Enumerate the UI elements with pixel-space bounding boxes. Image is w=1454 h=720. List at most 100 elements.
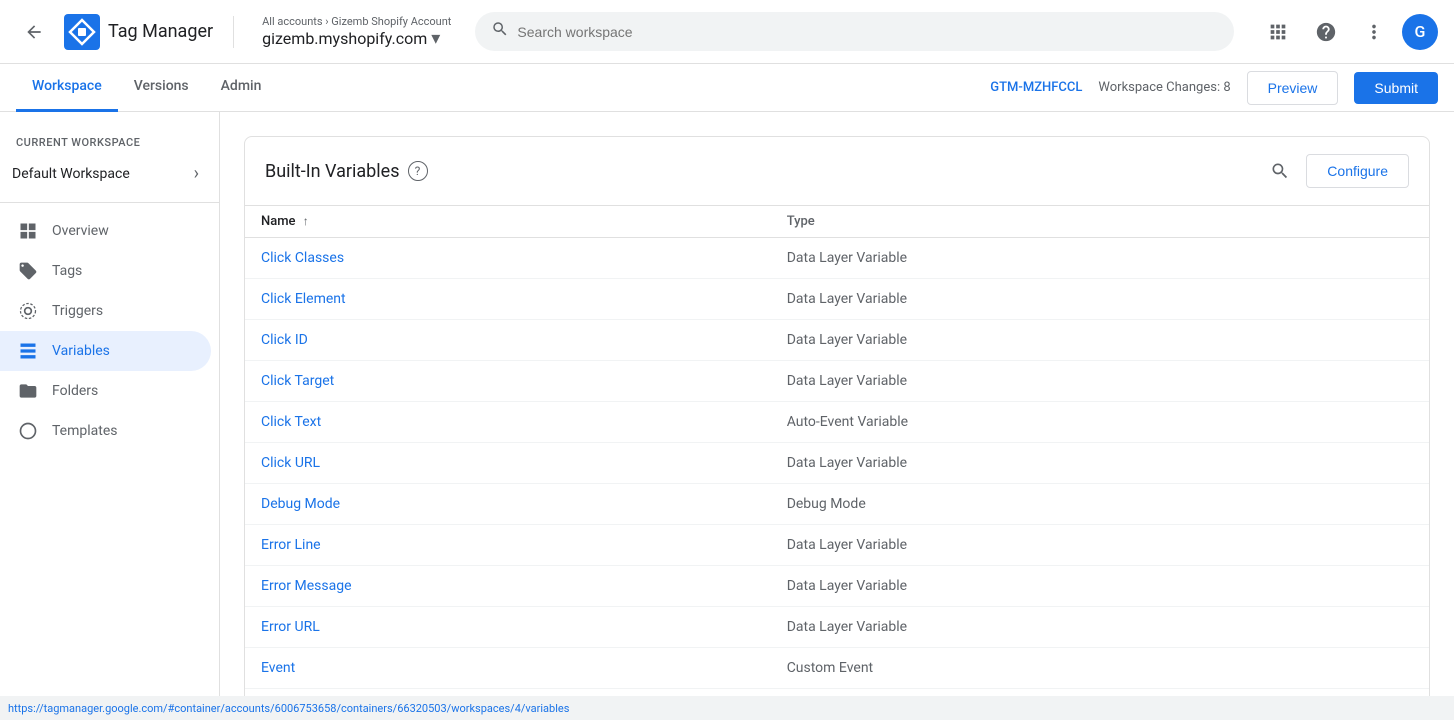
var-type-cell: Data Layer Variable (771, 361, 1429, 402)
var-name-link[interactable]: Click Text (261, 414, 321, 430)
tags-icon (16, 261, 40, 281)
table-search-button[interactable] (1262, 153, 1298, 189)
var-name-link[interactable]: Error URL (261, 619, 320, 635)
variables-table: Name ↑ Type Click Classes Data Layer Var… (245, 206, 1429, 720)
var-name-cell: Click Target (245, 361, 771, 402)
overview-icon (16, 221, 40, 241)
table-row: Click Target Data Layer Variable (245, 361, 1429, 402)
section-title: Built-In Variables (265, 161, 400, 182)
workspace-name: Default Workspace (12, 166, 194, 182)
account-info: All accounts › Gizemb Shopify Account gi… (262, 15, 451, 49)
topbar-right: G (1258, 12, 1438, 52)
var-name-link[interactable]: Click Classes (261, 250, 344, 266)
section-header: Built-In Variables ? (265, 161, 1262, 182)
submit-button[interactable]: Submit (1354, 72, 1438, 104)
table-row: Error Message Data Layer Variable (245, 566, 1429, 607)
var-type-cell: Data Layer Variable (771, 238, 1429, 279)
user-avatar[interactable]: G (1402, 14, 1438, 50)
sidebar-item-label-variables: Variables (52, 343, 110, 359)
help-icon[interactable]: ? (408, 161, 428, 181)
var-name-cell: Click Text (245, 402, 771, 443)
app-logo (64, 14, 100, 50)
sidebar-item-tags[interactable]: Tags (0, 251, 211, 291)
var-name-cell: Event (245, 648, 771, 689)
var-name-link[interactable]: Click Element (261, 291, 346, 307)
var-type-cell: Data Layer Variable (771, 607, 1429, 648)
back-button[interactable] (16, 14, 52, 50)
var-name-cell: Click URL (245, 443, 771, 484)
table-row: Click Element Data Layer Variable (245, 279, 1429, 320)
help-button[interactable] (1306, 12, 1346, 52)
apps-button[interactable] (1258, 12, 1298, 52)
nav-right: GTM-MZHFCCL Workspace Changes: 8 Preview… (990, 71, 1438, 105)
var-name-link[interactable]: Event (261, 660, 295, 676)
configure-button[interactable]: Configure (1306, 154, 1409, 188)
search-bar[interactable] (475, 12, 1234, 51)
search-icon (491, 20, 509, 43)
folders-icon (16, 381, 40, 401)
var-name-cell: Error URL (245, 607, 771, 648)
sidebar: CURRENT WORKSPACE Default Workspace › Ov… (0, 112, 220, 720)
var-name-link[interactable]: Click URL (261, 455, 320, 471)
templates-icon (16, 421, 40, 441)
account-selector[interactable]: gizemb.myshopify.com ▾ (262, 28, 451, 49)
triggers-icon (16, 301, 40, 321)
var-type-cell: Data Layer Variable (771, 443, 1429, 484)
sidebar-item-label-templates: Templates (52, 423, 118, 439)
var-name-link[interactable]: Error Message (261, 578, 352, 594)
var-type-cell: Auto-Event Variable (771, 402, 1429, 443)
col-name[interactable]: Name ↑ (245, 206, 771, 238)
table-row: Error URL Data Layer Variable (245, 607, 1429, 648)
sidebar-item-label-tags: Tags (52, 263, 82, 279)
workspace-selector[interactable]: Default Workspace › (0, 153, 211, 194)
var-type-cell: Debug Mode (771, 484, 1429, 525)
sidebar-divider (0, 202, 219, 203)
variables-card: Built-In Variables ? Configure Name ↑ (244, 136, 1430, 720)
status-url: https://tagmanager.google.com/#container… (8, 702, 569, 715)
account-name: gizemb.myshopify.com (262, 29, 427, 48)
preview-button[interactable]: Preview (1247, 71, 1339, 105)
table-row: Click URL Data Layer Variable (245, 443, 1429, 484)
main-layout: CURRENT WORKSPACE Default Workspace › Ov… (0, 112, 1454, 720)
sidebar-item-variables[interactable]: Variables (0, 331, 211, 371)
nav-tabs: Workspace Versions Admin GTM-MZHFCCL Wor… (0, 64, 1454, 112)
table-row: Debug Mode Debug Mode (245, 484, 1429, 525)
tab-workspace[interactable]: Workspace (16, 64, 118, 112)
sidebar-item-label-folders: Folders (52, 383, 98, 399)
table-row: Error Line Data Layer Variable (245, 525, 1429, 566)
var-name-link[interactable]: Click ID (261, 332, 308, 348)
sidebar-item-label-overview: Overview (52, 223, 109, 239)
table-row: Event Custom Event (245, 648, 1429, 689)
var-type-cell: Custom Event (771, 648, 1429, 689)
sidebar-item-folders[interactable]: Folders (0, 371, 211, 411)
section-actions: Configure (1262, 153, 1409, 189)
var-type-cell: Data Layer Variable (771, 566, 1429, 607)
var-type-cell: Data Layer Variable (771, 525, 1429, 566)
sidebar-item-overview[interactable]: Overview (0, 211, 211, 251)
var-name-cell: Click Element (245, 279, 771, 320)
sort-icon: ↑ (303, 214, 309, 228)
var-type-cell: Data Layer Variable (771, 320, 1429, 361)
var-name-link[interactable]: Click Target (261, 373, 334, 389)
sidebar-section-label: CURRENT WORKSPACE (0, 120, 219, 153)
sidebar-item-templates[interactable]: Templates (0, 411, 211, 451)
tab-admin[interactable]: Admin (205, 64, 278, 112)
search-input[interactable] (517, 24, 1218, 40)
var-name-link[interactable]: Error Line (261, 537, 321, 553)
tab-versions[interactable]: Versions (118, 64, 205, 112)
var-name-cell: Click Classes (245, 238, 771, 279)
content-area: Built-In Variables ? Configure Name ↑ (220, 112, 1454, 720)
var-name-cell: Debug Mode (245, 484, 771, 525)
sidebar-item-triggers[interactable]: Triggers (0, 291, 211, 331)
workspace-changes: Workspace Changes: 8 (1098, 80, 1230, 95)
sidebar-item-label-triggers: Triggers (52, 303, 103, 319)
more-options-button[interactable] (1354, 12, 1394, 52)
var-name-link[interactable]: Debug Mode (261, 496, 340, 512)
var-name-cell: Error Line (245, 525, 771, 566)
table-row: Click Text Auto-Event Variable (245, 402, 1429, 443)
app-title: Tag Manager (108, 21, 213, 42)
var-name-cell: Error Message (245, 566, 771, 607)
col-type: Type (771, 206, 1429, 238)
breadcrumb: All accounts › Gizemb Shopify Account (262, 15, 451, 28)
statusbar: https://tagmanager.google.com/#container… (0, 696, 1454, 720)
